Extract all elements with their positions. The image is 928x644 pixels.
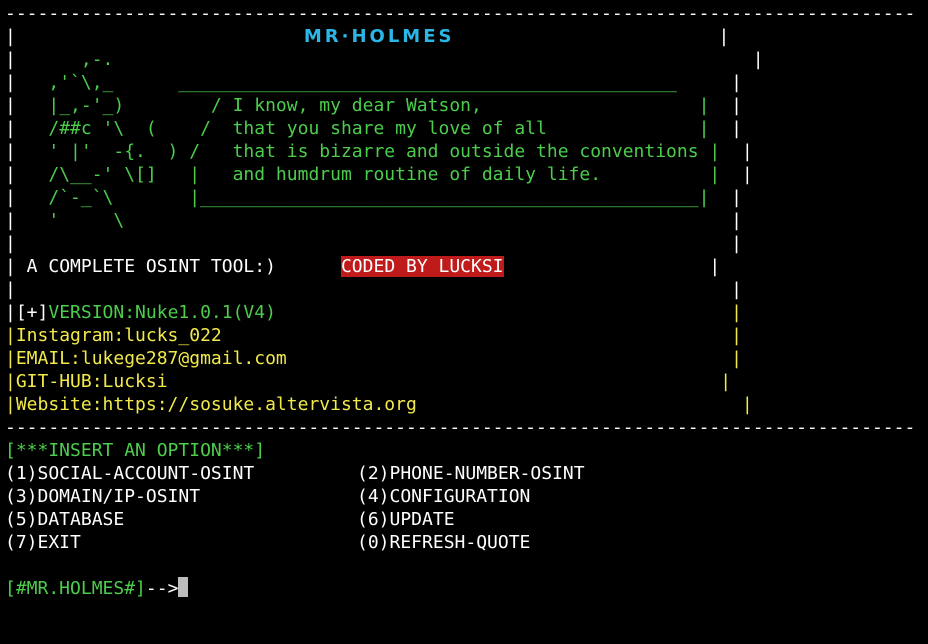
blank-border-line: | | <box>5 279 742 300</box>
bottom-border: ----------------------------------------… <box>5 417 916 438</box>
ascii-art-line-8: | | <box>5 233 742 254</box>
command-prompt[interactable]: [#MR.HOLMES#]--> <box>5 577 928 600</box>
menu-option[interactable]: (3)DOMAIN/IP-OSINT <box>5 485 357 508</box>
ascii-art-line-7: | ' \ | <box>5 210 742 231</box>
email-text: EMAIL:lukege287@gmail.com <box>15 348 287 369</box>
menu-row-2: (3)DOMAIN/IP-OSINT (4)CONFIGURATION <box>5 485 928 508</box>
menu-row-1: (1)SOCIAL-ACCOUNT-OSINT (2)PHONE-NUMBER-O… <box>5 462 928 485</box>
ascii-art-line-3: | /##c '\ ( / that you share my love of … <box>5 118 742 139</box>
tagline: A COMPLETE OSINT TOOL:) <box>15 256 276 277</box>
prompt-arrow: --> <box>145 578 179 599</box>
terminal-window[interactable]: ----------------------------------------… <box>0 0 928 644</box>
tagline-line: | A COMPLETE OSINT TOOL:) CODED BY LUCKS… <box>5 256 721 277</box>
ascii-art-line-5: | /\__-' \[] | and humdrum routine of da… <box>5 164 753 185</box>
ascii-art-line-4: | ' |' -{. ) / that is bizarre and outsi… <box>5 141 753 162</box>
menu-row-4: (7)EXIT (0)REFRESH-QUOTE <box>5 531 928 554</box>
title-right-border: | <box>718 26 730 47</box>
menu-option[interactable]: (5)DATABASE <box>5 508 357 531</box>
menu-option[interactable]: (7)EXIT <box>5 531 357 554</box>
github-text: GIT-HUB:Lucksi <box>15 371 168 392</box>
menu-option[interactable]: (0)REFRESH-QUOTE <box>357 532 530 553</box>
menu-header: [***INSERT AN OPTION***] <box>5 440 266 461</box>
website-text: Website:https://sosuke.altervista.org <box>15 394 417 415</box>
version-line: |[+]VERSION:Nuke1.0.1(V4) | <box>5 302 742 323</box>
menu-option[interactable]: (2)PHONE-NUMBER-OSINT <box>357 463 585 484</box>
ascii-art-line-1: | ,'`\,_ _______________________________… <box>5 72 742 93</box>
coded-by-badge: CODED BY LUCKSI <box>340 256 504 277</box>
prompt-label: [#MR.HOLMES#] <box>5 578 146 599</box>
instagram-text: Instagram:lucks_022 <box>15 325 222 346</box>
menu-option[interactable]: (4)CONFIGURATION <box>357 486 530 507</box>
app-title: MR·HOLMES <box>303 26 455 47</box>
version-text: VERSION:Nuke1.0.1(V4) <box>48 302 276 323</box>
menu-option[interactable]: (1)SOCIAL-ACCOUNT-OSINT <box>5 462 357 485</box>
top-border: ----------------------------------------… <box>5 3 916 24</box>
instagram-line: |Instagram:lucks_022 | <box>5 325 742 346</box>
version-prefix: [+] <box>15 302 49 323</box>
github-line: |GIT-HUB:Lucksi | <box>5 371 732 392</box>
email-line: |EMAIL:lukege287@gmail.com | <box>5 348 742 369</box>
ascii-art-line-6: | /`-_`\ |______________________________… <box>5 187 742 208</box>
ascii-art-line-2: | |_,-'_) / I know, my dear Watson, | | <box>5 95 742 116</box>
text-cursor[interactable] <box>178 577 189 597</box>
menu-option[interactable]: (6)UPDATE <box>357 509 455 530</box>
title-left-border: | <box>5 26 16 47</box>
menu-row-3: (5)DATABASE (6)UPDATE <box>5 508 928 531</box>
website-line: |Website:https://sosuke.altervista.org | <box>5 394 753 415</box>
ascii-art-line-0: | ,-. | <box>5 49 764 70</box>
title-line: | MR·HOLMES | <box>5 25 928 48</box>
